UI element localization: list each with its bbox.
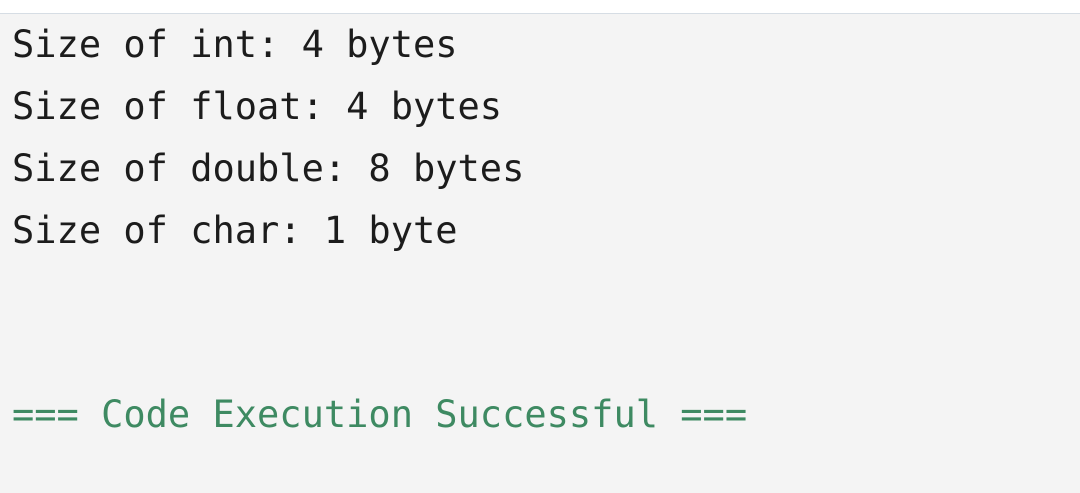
output-line: Size of char: 1 byte xyxy=(12,209,458,252)
console-output-panel: Size of int: 4 bytes Size of float: 4 by… xyxy=(0,13,1080,493)
execution-status: === Code Execution Successful === xyxy=(12,393,748,436)
output-line: Size of float: 4 bytes xyxy=(12,85,503,128)
output-line: Size of double: 8 bytes xyxy=(12,147,525,190)
top-strip xyxy=(0,0,1080,13)
output-line: Size of int: 4 bytes xyxy=(12,23,458,66)
